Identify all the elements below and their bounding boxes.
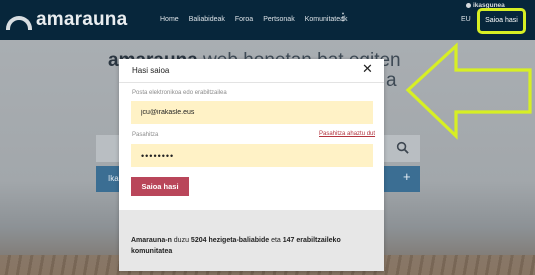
modal-divider <box>119 82 384 83</box>
ikasgunea-icon <box>466 3 471 8</box>
logo-icon <box>6 15 32 30</box>
email-field[interactable] <box>131 101 373 124</box>
password-label: Pasahitza <box>132 132 159 138</box>
main-nav: Home Baliabideak Foroa Pertsonak Komunit… <box>160 16 348 23</box>
password-field[interactable] <box>131 144 373 167</box>
submit-login-button[interactable]: Saioa hasi <box>131 177 189 196</box>
stats-resources: 5204 hezigeta-baliabide <box>190 237 270 244</box>
email-label: Posta elektronikoa edo erabiltzailea <box>132 90 227 96</box>
close-icon[interactable]: ✕ <box>362 62 373 75</box>
logo-text: amarauna <box>36 9 128 30</box>
stats-mid2: eta <box>269 237 283 244</box>
nav-item-pertsonak[interactable]: Pertsonak <box>263 16 295 23</box>
nav-item-baliabideak[interactable]: Baliabideak <box>189 16 225 23</box>
language-selector[interactable]: EU <box>461 16 471 23</box>
forgot-password-link[interactable]: Pasahitza ahaztu dut <box>319 131 375 137</box>
nav-item-home[interactable]: Home <box>160 16 179 23</box>
top-navbar: amarauna Home Baliabideak Foroa Pertsona… <box>0 0 535 40</box>
stats-text: Amarauna-n duzu 5204 hezigeta-baliabide … <box>131 235 371 257</box>
community-bar-label: Ika <box>108 174 119 183</box>
stats-prefix: Amarauna-n <box>131 237 172 244</box>
plus-icon[interactable]: + <box>403 169 411 184</box>
site-logo[interactable]: amarauna <box>6 9 127 31</box>
modal-title: Hasi saioa <box>132 66 170 75</box>
kebab-menu-icon[interactable]: ⋮ <box>338 13 348 23</box>
hero-headline-line2: a <box>386 70 397 91</box>
stats-mid1: duzu <box>171 237 191 244</box>
search-icon[interactable] <box>396 141 409 154</box>
arrow-annotation <box>405 42 532 140</box>
nav-item-foroa[interactable]: Foroa <box>235 16 253 23</box>
login-button[interactable]: Saioa hasi <box>477 8 526 34</box>
